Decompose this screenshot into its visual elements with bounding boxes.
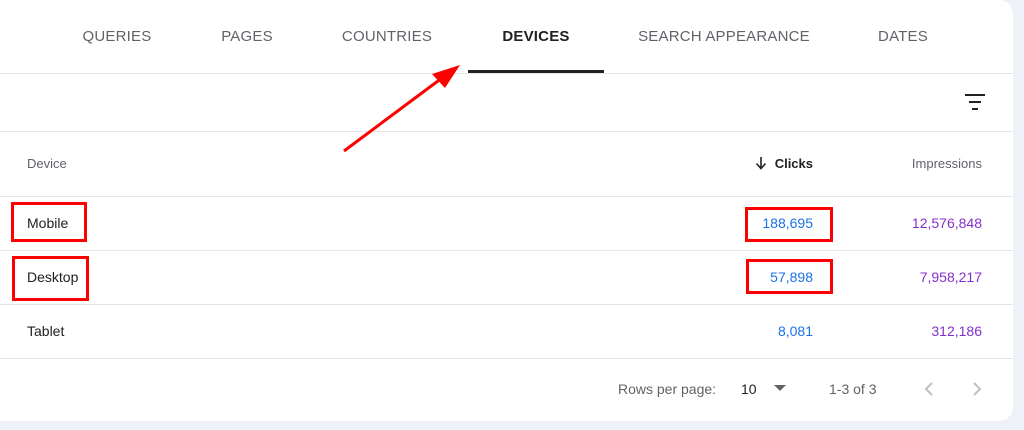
table-row[interactable]: Tablet 8,081 312,186 (0, 305, 1013, 359)
cell-impressions: 12,576,848 (911, 215, 982, 231)
cell-impressions: 312,186 (931, 323, 982, 339)
rows-per-page-select[interactable]: 10 (741, 360, 757, 418)
table-header: Device Clicks Impressions (0, 132, 1013, 197)
column-header-clicks[interactable]: Clicks (755, 132, 813, 196)
annotation-box-mobile-clicks (745, 207, 833, 242)
annotation-box-desktop-clicks (746, 259, 833, 294)
cell-device: Tablet (27, 323, 65, 339)
table-row[interactable]: Mobile 188,695 12,576,848 (0, 197, 1013, 251)
caret-down-icon[interactable] (774, 385, 786, 391)
cell-clicks: 8,081 (777, 323, 813, 339)
dimension-tabs: QUERIES PAGES COUNTRIES DEVICES SEARCH A… (0, 0, 1013, 74)
performance-card: QUERIES PAGES COUNTRIES DEVICES SEARCH A… (0, 0, 1013, 421)
tab-dates[interactable]: DATES (858, 0, 948, 73)
pagination-range: 1-3 of 3 (829, 381, 877, 397)
table-row[interactable]: Desktop 57,898 7,958,217 (0, 251, 1013, 305)
tab-queries[interactable]: QUERIES (62, 0, 172, 73)
tab-countries[interactable]: COUNTRIES (327, 0, 447, 73)
tab-devices[interactable]: DEVICES (468, 0, 604, 73)
tab-search-appearance[interactable]: SEARCH APPEARANCE (625, 0, 823, 73)
pagination-bar: Rows per page: 10 1-3 of 3 (0, 360, 1013, 418)
column-header-clicks-label: Clicks (774, 156, 813, 171)
filter-bar (0, 74, 1013, 132)
rows-per-page-label: Rows per page: (618, 381, 717, 397)
filter-icon[interactable] (961, 91, 989, 113)
column-header-impressions[interactable]: Impressions (912, 132, 982, 196)
tab-pages[interactable]: PAGES (202, 0, 292, 73)
chevron-right-icon[interactable] (965, 377, 989, 401)
annotation-box-mobile (11, 202, 87, 242)
active-tab-indicator (468, 70, 604, 73)
column-header-device[interactable]: Device (27, 132, 67, 196)
cell-impressions: 7,958,217 (919, 269, 982, 285)
chevron-left-icon[interactable] (917, 377, 941, 401)
arrow-down-icon (755, 157, 766, 170)
annotation-box-desktop (12, 256, 89, 301)
